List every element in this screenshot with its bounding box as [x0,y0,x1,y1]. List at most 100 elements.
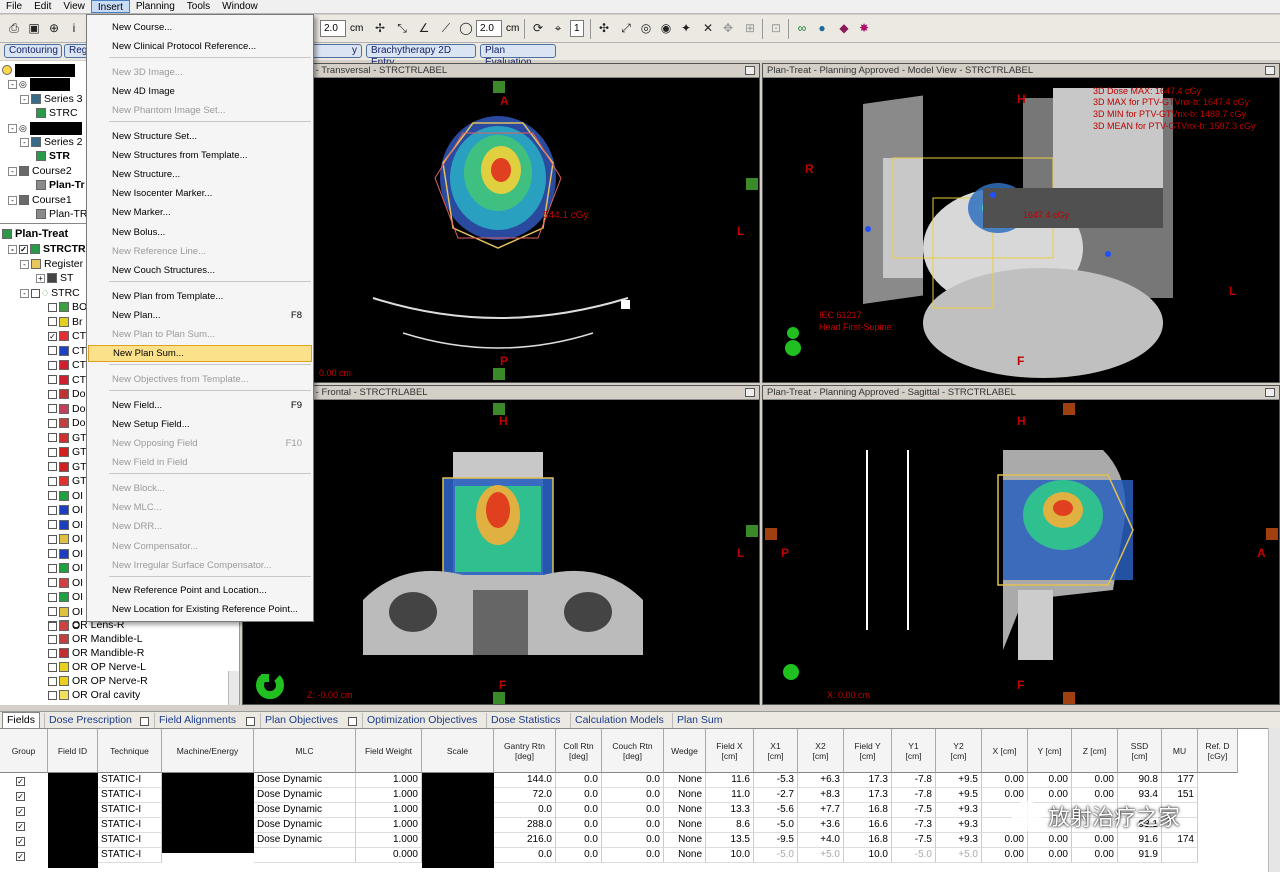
menu-view[interactable]: View [57,0,91,13]
table-cell[interactable]: 1.000 [356,833,422,848]
structure-item[interactable]: OI [48,518,83,532]
column-header[interactable]: Gantry Rtn [deg] [494,729,556,773]
table-cell[interactable]: 0.0 [602,773,664,788]
structure-op-nerve-l[interactable]: OR OP Nerve-L [48,660,146,674]
menu-item-new-structures-from-template[interactable]: New Structures from Template... [88,147,312,164]
workspace-registration[interactable]: Reg [64,44,88,58]
save-icon[interactable]: ▣ [26,20,42,36]
column-header[interactable]: Field X [cm] [706,729,754,773]
menu-item-new-opposing-field[interactable]: New Opposing Field F10 [88,435,312,452]
column-header[interactable]: Coll Rtn [deg] [556,729,602,773]
menu-item-new-structure[interactable]: New Structure... [88,166,312,183]
table-cell[interactable]: 0.0 [556,773,602,788]
table-cell[interactable]: 0.0 [602,803,664,818]
column-header[interactable]: Field Weight [356,729,422,773]
column-header[interactable]: Ref. D [cGy] [1198,729,1238,773]
table-cell[interactable]: 0.0 [602,833,664,848]
target-icon[interactable]: ⊕ [46,20,62,36]
table-cell[interactable]: +9.3 [936,833,982,848]
visibility-checkbox[interactable] [48,433,57,443]
settings-icon[interactable]: ✸ [856,20,872,36]
table-cell[interactable]: Dose Dynamic [254,803,356,818]
plan-tr-node-a[interactable]: Plan-Tr [36,178,85,192]
table-cell[interactable]: 16.8 [844,833,892,848]
structure-set-a[interactable]: STRC [36,106,78,120]
table-cell[interactable]: 0.00 [1028,848,1072,863]
structure-item[interactable]: ✓ CT [48,329,86,343]
menu-item-new-bolus[interactable]: New Bolus... [88,224,312,241]
column-header[interactable]: Y [cm] [1028,729,1072,773]
table-cell[interactable]: -5.0 [892,848,936,863]
column-header[interactable]: MU [1162,729,1198,773]
column-header[interactable]: Y2 [cm] [936,729,982,773]
visibility-checkbox[interactable] [48,505,57,515]
table-cell[interactable]: +6.3 [798,773,844,788]
structure-item[interactable]: Do [48,402,85,416]
table-cell[interactable]: 0.00 [1072,848,1118,863]
table-cell[interactable]: -5.0 [754,848,798,863]
workspace-planning[interactable]: y Planning [312,44,362,58]
frontal-view[interactable]: nning Approved - Frontal - STRCTRLABEL H… [242,385,760,705]
image-node[interactable]: - ◎ [8,77,70,91]
table-cell[interactable]: 17.3 [844,788,892,803]
tab-dose-prescription[interactable]: Dose Prescription [44,713,136,728]
visibility-checkbox[interactable] [48,389,57,399]
grid-icon[interactable]: ⊞ [742,20,758,36]
table-cell[interactable]: +7.7 [798,803,844,818]
visibility-checkbox[interactable] [48,563,57,573]
visibility-checkbox[interactable] [48,592,57,602]
column-header[interactable]: Technique [98,729,162,773]
menu-item-new-plan-from-template[interactable]: New Plan from Template... [88,288,312,305]
table-cell[interactable]: 1.000 [356,818,422,833]
workspace-plan-evaluation[interactable]: Plan Evaluation [480,44,556,68]
menu-tools[interactable]: Tools [181,0,216,13]
maximize-icon[interactable] [745,66,755,75]
column-header[interactable]: Y1 [cm] [892,729,936,773]
menu-item-new-irregular-surface-compensator[interactable]: New Irregular Surface Compensator... [88,557,312,574]
menu-item-new-plan-sum[interactable]: New Plan Sum... [88,345,312,362]
group-checkbox[interactable]: ✓ [16,776,25,786]
menu-item-new-clinical-protocol-reference[interactable]: New Clinical Protocol Reference... [88,38,312,55]
pan-icon[interactable]: ✥ [720,20,736,36]
menu-item-new-couch-structures[interactable]: New Couch Structures... [88,262,312,279]
table-cell[interactable]: 8.6 [706,818,754,833]
visibility-checkbox[interactable] [48,418,57,428]
info-icon[interactable]: i [66,20,82,36]
strc-node[interactable]: - ◌ STRC [20,286,80,300]
tab-fields[interactable]: Fields [2,712,41,729]
structure-item[interactable]: OI [48,619,83,633]
table-scrollbar[interactable] [1268,728,1280,872]
menu-item-new-isocenter-marker[interactable]: New Isocenter Marker... [88,185,312,202]
table-cell[interactable]: Dose Dynamic [254,773,356,788]
structure-item[interactable]: OI [48,503,83,517]
table-cell[interactable]: Dose Dynamic [254,788,356,803]
table-cell[interactable]: -7.3 [892,818,936,833]
structure-item[interactable]: GT [48,445,87,459]
table-cell[interactable]: 0.0 [556,833,602,848]
structure-item[interactable]: OI [48,489,83,503]
maximize-icon[interactable] [1265,66,1275,75]
workspace-brachy[interactable]: Brachytherapy 2D Entry [366,44,476,68]
visibility-checkbox[interactable] [48,317,57,327]
menu-item-new-compensator[interactable]: New Compensator... [88,538,312,555]
table-cell[interactable]: 0.0 [494,803,556,818]
table-cell[interactable]: -2.7 [754,788,798,803]
table-cell[interactable]: -7.5 [892,803,936,818]
menu-insert[interactable]: Insert [90,0,130,13]
group-checkbox[interactable]: ✓ [16,821,25,831]
table-cell[interactable]: 0.000 [356,848,422,863]
menu-item-new-objectives-from-template[interactable]: New Objectives from Template... [88,371,312,388]
measure-icon[interactable]: ⤡ [394,20,410,36]
structure-item[interactable]: CT [48,358,86,372]
column-header[interactable]: X [cm] [982,729,1028,773]
structure-item[interactable]: CT [48,344,86,358]
table-cell[interactable]: +9.3 [936,803,982,818]
table-cell[interactable]: STATIC-I [98,848,162,863]
table-cell[interactable]: None [664,788,706,803]
column-header[interactable]: Scale [422,729,494,773]
menu-item-new-4d-image[interactable]: New 4D Image [88,83,312,100]
rotate-icon[interactable]: ⟳ [530,20,546,36]
table-cell[interactable]: +9.5 [936,788,982,803]
structure-set-b[interactable]: STR [36,149,70,163]
table-cell[interactable]: 0.00 [982,848,1028,863]
